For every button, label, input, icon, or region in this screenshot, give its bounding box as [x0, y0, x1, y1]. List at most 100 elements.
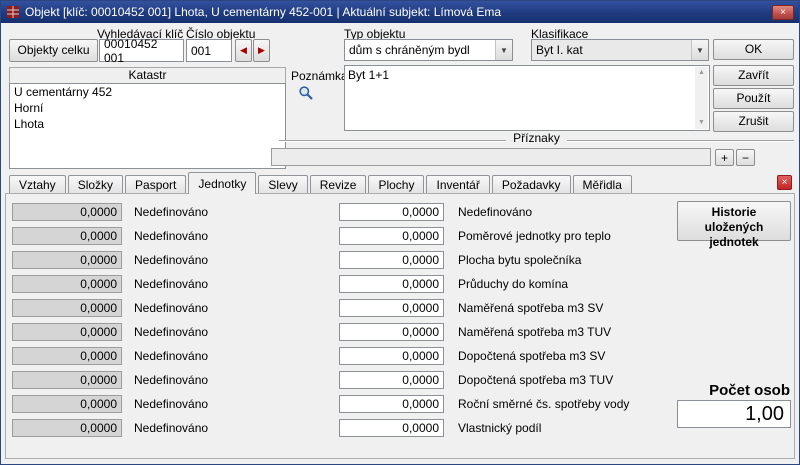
tab-inventar[interactable]: Inventář [426, 175, 489, 194]
katastr-line[interactable]: U cementárny 452 [10, 84, 285, 100]
prev-object-button[interactable]: ◀ [235, 39, 252, 62]
unit-left-label: Nedefinováno [134, 277, 339, 291]
unit-right-label: Naměřená spotřeba m3 TUV [458, 325, 611, 339]
note-scrollbar[interactable]: ▲ ▼ [695, 67, 708, 129]
unit-right-value-field[interactable]: 0,0000 [339, 251, 444, 269]
tab-meridla[interactable]: Měřidla [573, 175, 632, 194]
unit-left-label: Nedefinováno [134, 373, 339, 387]
tab-pasport[interactable]: Pasport [125, 175, 186, 194]
ok-button[interactable]: OK [713, 39, 794, 60]
chevron-down-icon[interactable]: ▼ [691, 40, 708, 60]
unit-left-value-field: 0,0000 [12, 419, 122, 437]
person-count-field[interactable]: 1,00 [677, 400, 791, 428]
unit-left-label: Nedefinováno [134, 301, 339, 315]
unit-left-label: Nedefinováno [134, 421, 339, 435]
tab-slozky[interactable]: Složky [68, 175, 123, 194]
classification-select[interactable]: Byt I. kat ▼ [531, 39, 709, 61]
unit-left-value-field: 0,0000 [12, 251, 122, 269]
window-title: Objekt [klíč: 00010452 001] Lhota, U cem… [25, 5, 772, 19]
unit-right-label: Dopočtená spotřeba m3 TUV [458, 373, 613, 387]
units-rows: 0,0000 Nedefinováno 0,0000 Nedefinováno … [12, 203, 792, 443]
unit-left-label: Nedefinováno [134, 205, 339, 219]
unit-right-value-field[interactable]: 0,0000 [339, 323, 444, 341]
katastr-line[interactable]: Lhota [10, 116, 285, 132]
unit-right-label: Naměřená spotřeba m3 SV [458, 301, 603, 315]
katastr-list[interactable]: U cementárny 452 Horní Lhota [9, 83, 286, 169]
flags-remove-button[interactable]: − [736, 149, 755, 166]
unit-left-value-field: 0,0000 [12, 395, 122, 413]
unit-right-label: Roční směrné čs. spotřeby vody [458, 397, 629, 411]
unit-right-label: Dopočtená spotřeba m3 SV [458, 349, 605, 363]
unit-right-value-field[interactable]: 0,0000 [339, 299, 444, 317]
chevron-down-icon[interactable]: ▼ [495, 40, 512, 60]
tab-plochy[interactable]: Plochy [368, 175, 424, 194]
unit-left-value-field: 0,0000 [12, 347, 122, 365]
object-type-value: dům s chráněným bydl [345, 40, 495, 60]
jednotky-panel: 0,0000 Nedefinováno 0,0000 Nedefinováno … [5, 193, 795, 459]
tab-pozadavky[interactable]: Požadavky [492, 175, 571, 194]
scroll-down-icon[interactable]: ▼ [695, 117, 708, 129]
unit-left-value-field: 0,0000 [12, 323, 122, 341]
note-text: Byt 1+1 [348, 68, 389, 82]
app-icon [6, 5, 20, 19]
unit-right-label: Poměrové jednotky pro teplo [458, 229, 611, 243]
unit-row: 0,0000 Nedefinováno 0,0000 Naměřená spot… [12, 323, 792, 341]
unit-row: 0,0000 Nedefinováno 0,0000 Plocha bytu s… [12, 251, 792, 269]
unit-right-label: Vlastnický podíl [458, 421, 541, 435]
unit-row: 0,0000 Nedefinováno 0,0000 Nedefinováno [12, 203, 792, 221]
katastr-line[interactable]: Horní [10, 100, 285, 116]
person-count-label: Počet osob [709, 382, 790, 399]
unit-left-label: Nedefinováno [134, 229, 339, 243]
unit-left-value-field: 0,0000 [12, 371, 122, 389]
object-type-select[interactable]: dům s chráněným bydl ▼ [344, 39, 513, 61]
unit-right-label: Plocha bytu společníka [458, 253, 581, 267]
unit-right-value-field[interactable]: 0,0000 [339, 419, 444, 437]
unit-row: 0,0000 Nedefinováno 0,0000 Naměřená spot… [12, 299, 792, 317]
close-button[interactable]: Zavřít [713, 65, 794, 86]
object-number-input[interactable]: 001 [186, 39, 232, 62]
unit-right-value-field[interactable]: 0,0000 [339, 275, 444, 293]
flags-field[interactable] [271, 148, 711, 166]
tab-close-button[interactable]: × [777, 175, 792, 190]
katastr-header: Katastr [9, 67, 286, 84]
history-of-saved-units-button[interactable]: Historie uložených jednotek [677, 201, 791, 241]
unit-right-value-field[interactable]: 0,0000 [339, 371, 444, 389]
tab-slevy[interactable]: Slevy [258, 175, 307, 194]
tab-jednotky[interactable]: Jednotky [188, 172, 256, 194]
tab-bar: Vztahy Složky Pasport Jednotky Slevy Rev… [9, 172, 773, 194]
window-close-icon[interactable]: × [772, 5, 794, 20]
objects-total-button[interactable]: Objekty celku [9, 39, 98, 62]
unit-left-value-field: 0,0000 [12, 299, 122, 317]
note-field[interactable]: Byt 1+1 ▲ ▼ [344, 65, 710, 131]
unit-right-value-field[interactable]: 0,0000 [339, 227, 444, 245]
tab-revize[interactable]: Revize [310, 175, 367, 194]
unit-right-value-field[interactable]: 0,0000 [339, 203, 444, 221]
unit-row: 0,0000 Nedefinováno 0,0000 Roční směrné … [12, 395, 792, 413]
prev-arrow-icon: ◀ [240, 45, 247, 56]
flags-separator: Příznaky [279, 131, 794, 145]
unit-left-label: Nedefinováno [134, 397, 339, 411]
flags-add-button[interactable]: + [715, 149, 734, 166]
search-key-input[interactable]: 00010452 001 [99, 39, 184, 62]
next-object-button[interactable]: ▶ [253, 39, 270, 62]
unit-left-value-field: 0,0000 [12, 227, 122, 245]
tab-vztahy[interactable]: Vztahy [9, 175, 66, 194]
unit-right-value-field[interactable]: 0,0000 [339, 395, 444, 413]
unit-left-label: Nedefinováno [134, 325, 339, 339]
unit-row: 0,0000 Nedefinováno 0,0000 Průduchy do k… [12, 275, 792, 293]
unit-left-value-field: 0,0000 [12, 275, 122, 293]
unit-left-label: Nedefinováno [134, 349, 339, 363]
application-window: Objekt [klíč: 00010452 001] Lhota, U cem… [0, 0, 800, 465]
magnifier-icon[interactable] [298, 85, 314, 101]
unit-left-value-field: 0,0000 [12, 203, 122, 221]
apply-button[interactable]: Použít [713, 88, 794, 109]
next-arrow-icon: ▶ [258, 45, 265, 56]
titlebar: Objekt [klíč: 00010452 001] Lhota, U cem… [1, 1, 799, 23]
unit-right-label: Průduchy do komína [458, 277, 568, 291]
unit-row: 0,0000 Nedefinováno 0,0000 Vlastnický po… [12, 419, 792, 437]
unit-left-label: Nedefinováno [134, 253, 339, 267]
unit-right-value-field[interactable]: 0,0000 [339, 347, 444, 365]
unit-row: 0,0000 Nedefinováno 0,0000 Dopočtená spo… [12, 371, 792, 389]
scroll-up-icon[interactable]: ▲ [695, 67, 708, 79]
cancel-button[interactable]: Zrušit [713, 111, 794, 132]
